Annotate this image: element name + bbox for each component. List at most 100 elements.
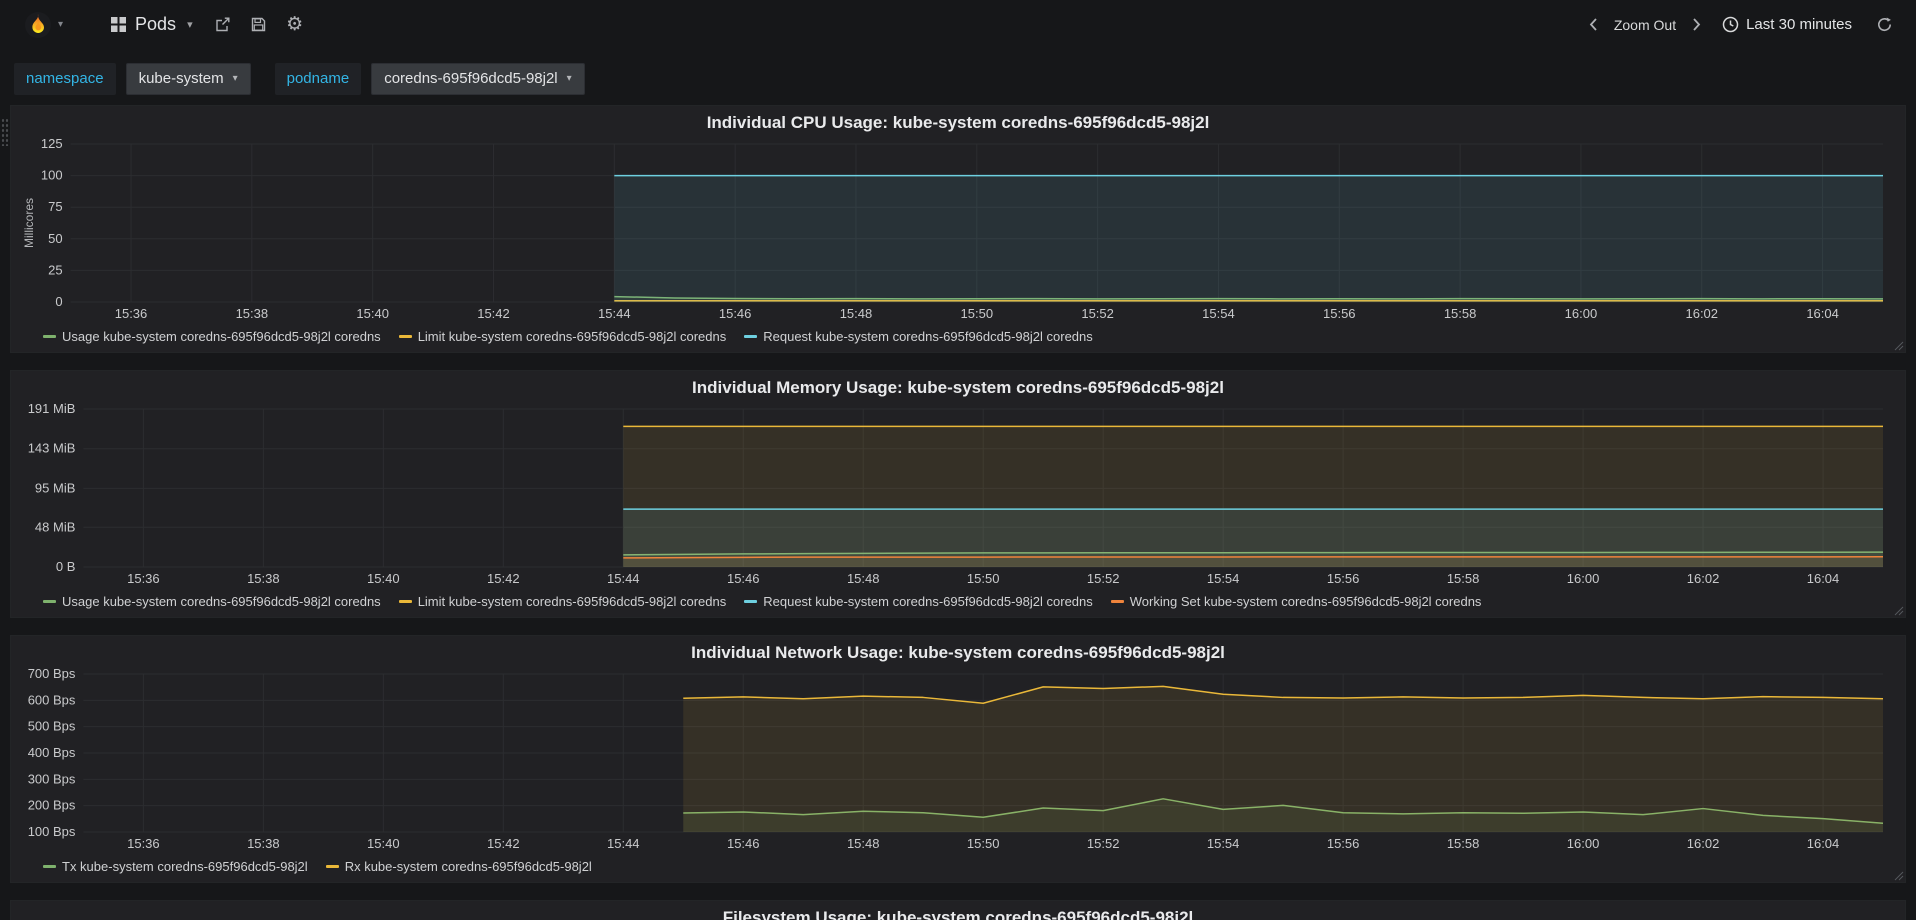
legend-series-name: Usage kube-system coredns-695f96dcd5-98j… (62, 328, 381, 344)
svg-text:15:36: 15:36 (127, 836, 160, 851)
share-button[interactable] (205, 0, 241, 49)
legend-series-name: Request kube-system coredns-695f96dcd5-9… (763, 328, 1093, 344)
variable-namespace: namespace kube-system ▾ (14, 63, 251, 95)
dashboard-picker[interactable]: Pods ▾ (99, 0, 205, 49)
panel-title[interactable]: Individual CPU Usage: kube-system coredn… (21, 109, 1895, 136)
svg-text:15:54: 15:54 (1207, 571, 1240, 586)
variable-namespace-select[interactable]: kube-system ▾ (125, 63, 251, 95)
panel-resize-handle[interactable] (1893, 870, 1904, 881)
svg-text:15:44: 15:44 (607, 836, 640, 851)
svg-text:15:58: 15:58 (1444, 306, 1477, 321)
legend-series-name: Usage kube-system coredns-695f96dcd5-98j… (62, 593, 381, 609)
legend-item[interactable]: Request kube-system coredns-695f96dcd5-9… (744, 594, 1093, 609)
drag-grip[interactable] (1, 118, 9, 146)
svg-text:0 B: 0 B (56, 559, 76, 574)
legend-series-name: Working Set kube-system coredns-695f96dc… (1129, 593, 1482, 609)
save-button[interactable] (241, 0, 277, 49)
panel-resize-handle[interactable] (1893, 340, 1904, 351)
variable-podname-label: podname (274, 63, 362, 95)
svg-text:0: 0 (55, 294, 62, 309)
legend-series-swatch (1110, 599, 1124, 603)
svg-text:15:38: 15:38 (247, 571, 280, 586)
panel-title[interactable]: Filesystem Usage: kube-system coredns-69… (21, 904, 1895, 920)
zoom-out-button[interactable]: Zoom Out (1610, 17, 1680, 33)
cpu-legend: Usage kube-system coredns-695f96dcd5-98j… (21, 324, 1895, 348)
legend-series-swatch (43, 599, 56, 603)
svg-text:16:04: 16:04 (1806, 306, 1839, 321)
legend-item[interactable]: Limit kube-system coredns-695f96dcd5-98j… (398, 593, 727, 609)
legend-series-swatch (744, 334, 758, 338)
svg-text:15:40: 15:40 (367, 571, 400, 586)
svg-text:700 Bps: 700 Bps (28, 666, 76, 681)
network-legend: Tx kube-system coredns-695f96dcd5-98j2l R… (21, 854, 1895, 878)
svg-text:100 Bps: 100 Bps (28, 824, 76, 839)
time-shift-forward-button[interactable] (1684, 0, 1708, 49)
svg-text:15:50: 15:50 (961, 306, 994, 321)
variable-namespace-value: kube-system (138, 70, 224, 87)
svg-text:25: 25 (48, 262, 62, 277)
legend-series-swatch (744, 599, 758, 603)
time-range-picker[interactable]: Last 30 minutes (1712, 0, 1862, 49)
time-shift-back-button[interactable] (1582, 0, 1606, 49)
legend-item[interactable]: Rx kube-system coredns-695f96dcd5-98j2l (325, 858, 592, 874)
grafana-menu-button[interactable]: ▾ (14, 0, 73, 49)
legend-series-name: Rx kube-system coredns-695f96dcd5-98j2l (344, 858, 592, 874)
svg-text:15:56: 15:56 (1323, 306, 1356, 321)
dashboard-grid-icon (111, 17, 127, 32)
svg-text:16:00: 16:00 (1567, 836, 1600, 851)
svg-text:191 MiB: 191 MiB (28, 401, 76, 416)
gear-icon: ⚙ (286, 14, 304, 35)
navbar: ▾ Pods ▾ ⚙ Zoom Out Last 30 minutes (0, 0, 1916, 49)
svg-text:15:56: 15:56 (1327, 571, 1360, 586)
svg-text:600 Bps: 600 Bps (28, 692, 76, 707)
svg-text:50: 50 (48, 231, 62, 246)
legend-item[interactable]: Usage kube-system coredns-695f96dcd5-98j… (43, 329, 381, 344)
legend-item[interactable]: Tx kube-system coredns-695f96dcd5-98j2l (43, 859, 308, 874)
svg-text:15:52: 15:52 (1087, 571, 1120, 586)
legend-item[interactable]: Request kube-system coredns-695f96dcd5-9… (744, 329, 1093, 344)
svg-text:300 Bps: 300 Bps (28, 771, 76, 786)
svg-text:16:02: 16:02 (1687, 836, 1720, 851)
svg-text:15:46: 15:46 (727, 836, 760, 851)
svg-text:15:48: 15:48 (847, 836, 880, 851)
grafana-menu-caret-icon: ▾ (58, 19, 64, 30)
panel-cpu-usage: Individual CPU Usage: kube-system coredn… (10, 105, 1906, 353)
time-range-label: Last 30 minutes (1746, 16, 1852, 33)
svg-text:125: 125 (41, 136, 63, 151)
legend-series-name: Tx kube-system coredns-695f96dcd5-98j2l (62, 858, 308, 874)
legend-series-swatch (43, 864, 56, 868)
panel-title[interactable]: Individual Memory Usage: kube-system cor… (21, 374, 1895, 401)
memory-usage-chart[interactable]: 0 B 48 MiB 95 MiB 143 MiB 191 MiB 15:36 15:38 1… (21, 401, 1897, 589)
memory-legend: Usage kube-system coredns-695f96dcd5-98j… (21, 589, 1895, 613)
grafana-logo-icon (25, 11, 51, 38)
svg-text:500 Bps: 500 Bps (28, 719, 76, 734)
legend-series-swatch (325, 864, 339, 868)
dashboard: Individual CPU Usage: kube-system coredn… (0, 105, 1916, 920)
svg-text:16:04: 16:04 (1807, 836, 1840, 851)
cpu-usage-chart[interactable]: 0 25 50 75 100 125 15:36 15:38 15:40 15:42 15:44 15… (21, 136, 1897, 324)
save-icon (251, 17, 266, 32)
legend-series-swatch (43, 334, 56, 338)
legend-item[interactable]: Working Set kube-system coredns-695f96dc… (1110, 593, 1482, 609)
legend-item[interactable]: Usage kube-system coredns-695f96dcd5-98j… (43, 594, 381, 609)
svg-text:16:00: 16:00 (1565, 306, 1598, 321)
settings-button[interactable]: ⚙ (277, 0, 313, 49)
svg-text:15:42: 15:42 (487, 571, 520, 586)
network-usage-chart[interactable]: 100 Bps 200 Bps 300 Bps 400 Bps 500 Bps 600 B… (21, 666, 1897, 854)
caret-down-icon: ▾ (232, 73, 238, 84)
legend-series-name: Limit kube-system coredns-695f96dcd5-98j… (417, 593, 727, 609)
svg-text:15:46: 15:46 (727, 571, 760, 586)
caret-down-icon: ▾ (566, 73, 572, 84)
variable-podname-select[interactable]: coredns-695f96dcd5-98j2l ▾ (371, 63, 585, 95)
panel-title[interactable]: Individual Network Usage: kube-system co… (21, 639, 1895, 666)
svg-text:15:48: 15:48 (847, 571, 880, 586)
legend-series-name: Request kube-system coredns-695f96dcd5-9… (763, 593, 1093, 609)
svg-text:15:54: 15:54 (1202, 306, 1235, 321)
legend-item[interactable]: Limit kube-system coredns-695f96dcd5-98j… (398, 329, 726, 344)
refresh-button[interactable] (1866, 0, 1902, 49)
svg-text:16:00: 16:00 (1567, 571, 1600, 586)
variable-namespace-label: namespace (14, 63, 116, 95)
svg-text:16:02: 16:02 (1685, 306, 1718, 321)
panel-resize-handle[interactable] (1893, 605, 1904, 616)
chevron-left-icon (1590, 18, 1598, 31)
